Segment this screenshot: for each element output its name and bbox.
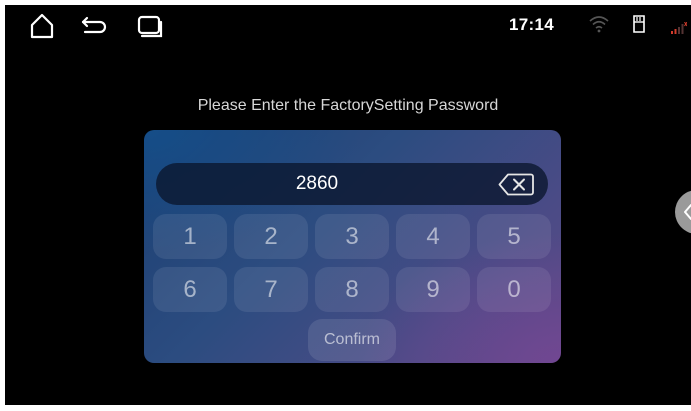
key-3[interactable]: 3 — [315, 214, 389, 259]
clock: 17:14 — [509, 15, 554, 34]
password-prompt: Please Enter the FactorySetting Password — [197, 97, 499, 114]
key-5[interactable]: 5 — [477, 214, 551, 259]
wifi-icon — [589, 16, 609, 33]
key-7[interactable]: 7 — [234, 267, 308, 312]
side-drawer-handle[interactable] — [675, 190, 691, 234]
password-value: 2860 — [295, 173, 339, 194]
password-keypad-panel: 2860 1 2 3 4 5 6 7 8 9 0 Confirm — [144, 130, 561, 363]
back-icon[interactable] — [80, 15, 108, 37]
sd-card-icon — [633, 15, 645, 33]
chevron-left-icon — [684, 204, 691, 220]
password-input[interactable]: 2860 — [156, 163, 548, 205]
backspace-icon[interactable] — [498, 173, 534, 196]
key-4[interactable]: 4 — [396, 214, 470, 259]
key-9[interactable]: 9 — [396, 267, 470, 312]
recents-icon[interactable] — [136, 14, 164, 38]
signal-icon — [671, 22, 687, 34]
confirm-button[interactable]: Confirm — [308, 319, 396, 361]
key-0[interactable]: 0 — [477, 267, 551, 312]
home-icon[interactable] — [29, 13, 55, 39]
screen: 17:14 Please Enter the FactorySetting Pa… — [5, 5, 691, 405]
key-8[interactable]: 8 — [315, 267, 389, 312]
status-bar: 17:14 — [5, 5, 691, 45]
key-6[interactable]: 6 — [153, 267, 227, 312]
key-1[interactable]: 1 — [153, 214, 227, 259]
key-2[interactable]: 2 — [234, 214, 308, 259]
